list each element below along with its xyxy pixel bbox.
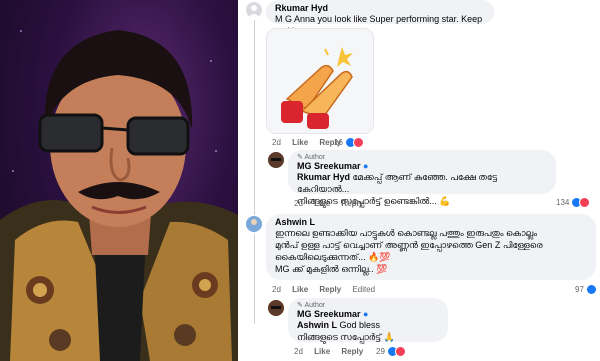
reaction-summary[interactable]: 16 [334,137,364,148]
love-reaction-icon [579,197,591,208]
folded-hands-emoji-icon: 🙏 [383,332,395,342]
avatar[interactable] [268,152,284,168]
comments-panel: Rkumar Hyd M G Anna you look like Super … [238,0,600,361]
verified-icon: ● [363,161,369,171]
avatar[interactable] [268,300,284,316]
reaction-count: 16 [334,138,343,147]
comment-bubble: Ashwin L ഇന്നലെ ഉണ്ടാക്കിയ പാട്ടുകൾ കൊണ്… [266,214,596,280]
author-badge: ✎ Author [297,154,326,161]
reply-button[interactable]: Reply [319,285,341,294]
comment-text-line2: മുൻപ് ഉള്ള പാട്ട് വെച്ചാണ് അണ്ണൻ ഇപ്പോഴത… [275,240,543,250]
comment-text-line3: കൈയിലെടുക്കുന്നത്... 🔥💯 [275,252,391,262]
clapping-hands-icon [281,47,353,129]
reaction-count: 97 [575,285,584,294]
default-user-icon [248,5,260,18]
like-button[interactable]: Like [314,199,330,208]
comment-text: ഇന്നലെ ഉണ്ടാക്കിയ പാട്ടുകൾ കൊണ്ടല്ല പത്ത… [275,228,538,238]
comment-text-line4: MG ക്ക് മുകളിൽ ഒന്നില്ല.. 💯 [275,264,388,274]
comment-time[interactable]: 2d [272,285,281,294]
comment-bubble: ✎ Author MG Sreekumar ● Rkumar Hyd മേക്ക… [288,150,556,206]
comment-author[interactable]: Rkumar Hyd [275,3,485,13]
comment-time[interactable]: 2d [294,199,303,208]
profile-photo [0,0,238,361]
comment-time[interactable]: 2d [294,347,303,356]
reaction-count: 29 [376,347,385,356]
user-avatar-icon [246,216,262,232]
reaction-summary[interactable]: 29 [376,346,406,357]
comment-bubble: Rkumar Hyd M G Anna you look like Super … [266,0,494,36]
comment-text-line2: നിങ്ങളുടെ സപ്പോർട്ട് 🙏 [297,332,395,342]
user-avatar-icon [268,152,284,168]
comment-actions: 2d Like Reply [294,199,372,208]
reaction-summary[interactable]: 97 [575,284,597,295]
comment-actions: 2d Like Reply Edited [272,285,384,294]
like-button[interactable]: Like [292,285,308,294]
reaction-count: 134 [556,198,570,207]
edited-label: Edited [352,285,376,294]
avatar[interactable] [246,216,262,232]
comment-bubble: ✎ Author MG Sreekumar ● Ashwin L God ble… [288,298,448,342]
hundred-emoji-icon: 💯 [376,264,388,274]
love-reaction-icon [394,346,406,357]
reply-button[interactable]: Reply [341,199,363,208]
comment-time[interactable]: 2d [272,138,281,147]
comment-author[interactable]: MG Sreekumar ● [297,161,547,171]
like-button[interactable]: Like [314,347,330,356]
comment-author[interactable]: MG Sreekumar ● [297,309,439,319]
author-badge: ✎ Author [297,302,326,309]
tagged-user[interactable]: Ashwin L [297,320,337,330]
reaction-summary[interactable]: 134 [556,197,591,208]
reply-button[interactable]: Reply [341,347,363,356]
comment-text: Ashwin L God bless [297,320,381,330]
love-reaction-icon [352,137,364,148]
like-reaction-icon [585,284,597,295]
comment-actions: 2d Like Reply [294,347,372,356]
avatar[interactable] [246,2,262,18]
like-button[interactable]: Like [292,138,308,147]
fire-emoji-icon: 🔥💯 [368,252,391,262]
man-portrait-illustration [0,30,238,361]
tagged-user[interactable]: Rkumar Hyd [297,172,350,182]
comment-text: Rkumar Hyd മേക്കപ്പ് ആണ് കുഞ്ഞേ. പക്ഷേ ത… [297,172,497,194]
comment-author[interactable]: Ashwin L [275,217,587,227]
verified-icon: ● [363,309,369,319]
user-avatar-icon [268,300,284,316]
muscle-emoji-icon: 💪 [439,196,451,206]
sticker-image [266,28,374,134]
